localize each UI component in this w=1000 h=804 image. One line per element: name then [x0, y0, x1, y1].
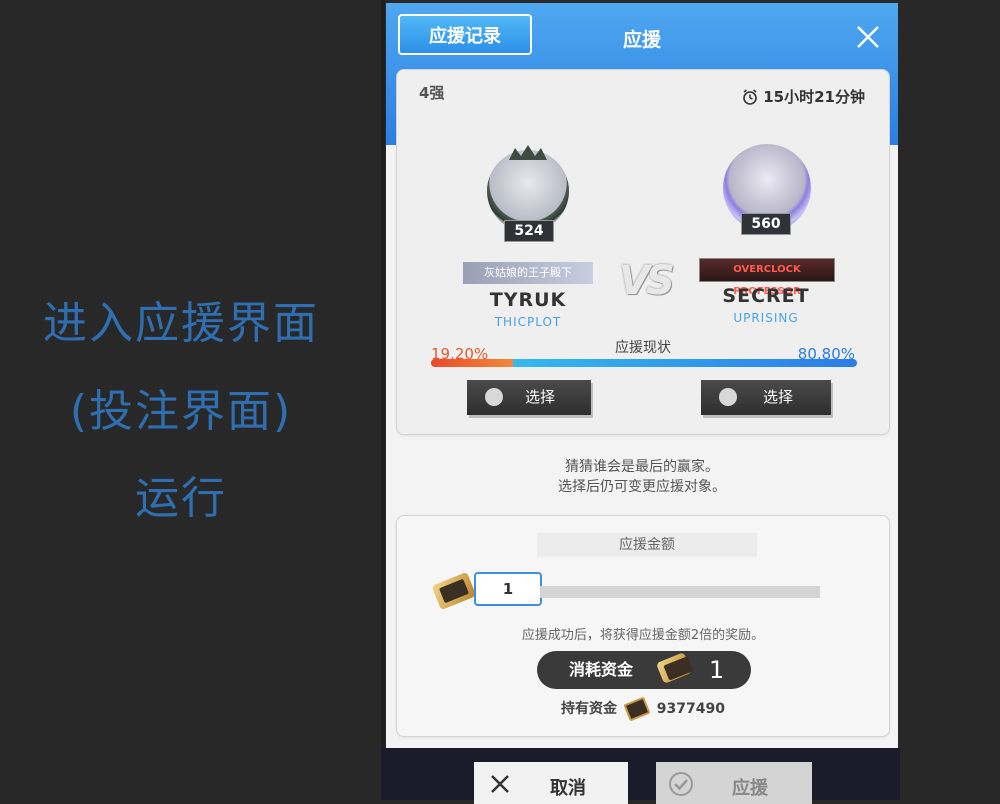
right-player-team: UPRISING: [733, 311, 799, 325]
countdown-timer: 15小时21分钟: [741, 86, 865, 107]
cost-label: 消耗资金: [569, 660, 634, 679]
timer-text: 15小时21分钟: [763, 88, 865, 106]
chip-icon: [431, 571, 477, 611]
check-icon: [719, 388, 737, 406]
owned-funds-label: 持有资金: [561, 701, 618, 717]
modal-title: 应援: [622, 29, 661, 51]
select-left-button[interactable]: 选择: [467, 380, 591, 415]
alarm-clock-icon: [743, 88, 758, 105]
owned-funds-value: 9377490: [656, 701, 725, 717]
laurel-crown-icon: [509, 145, 547, 160]
cost-value: 1: [709, 656, 725, 684]
support-ratio-left-fill: [431, 359, 513, 367]
caption-line-2: (投注界面): [69, 386, 293, 437]
background-bottom: [381, 748, 900, 800]
owned-funds: 持有资金 9377490: [397, 696, 889, 722]
left-level-badge: 524: [504, 220, 554, 242]
close-icon[interactable]: [852, 21, 884, 53]
left-player-name: TYRUK: [489, 289, 567, 311]
chip-icon: [655, 652, 693, 684]
amount-card: 应援金额 1 应援成功后，将获得应援金额2倍的奖励。 消耗资金 1 持有资金 9…: [396, 515, 890, 737]
support-label: 应援: [732, 778, 768, 799]
hint-line-2: 选择后仍可变更应援对象。: [558, 479, 726, 495]
amount-slider[interactable]: [540, 586, 820, 598]
amount-input[interactable]: 1: [474, 572, 542, 606]
select-right-label: 选择: [763, 388, 794, 406]
chip-icon: [623, 696, 651, 722]
right-player-name: SECRET: [722, 285, 810, 307]
support-button[interactable]: 应援: [656, 762, 812, 804]
match-card: 4强 15小时21分钟 524 灰姑娘的王子殿下 TYRUK THICPLOT …: [396, 69, 890, 435]
cancel-button[interactable]: 取消: [474, 762, 628, 804]
support-ratio-bar: [431, 359, 857, 367]
amount-title: 应援金额: [537, 533, 757, 557]
caption-line-1: 进入应援界面: [43, 298, 319, 349]
left-player-team: THICPLOT: [494, 315, 562, 329]
select-left-label: 选择: [525, 388, 556, 406]
cancel-label: 取消: [550, 778, 586, 799]
reward-text: 应援成功后，将获得应援金额2倍的奖励。: [521, 628, 765, 643]
cost-pill: 消耗资金 1: [537, 651, 751, 689]
select-right-button[interactable]: 选择: [701, 380, 831, 415]
background-strip: [381, 0, 385, 800]
hint-line-1: 猜猜谁会是最后的赢家。: [565, 459, 719, 475]
support-modal: 应援记录 应援 4强 15小时21分钟 524 灰姑娘的王子殿下 TYRUK T…: [386, 3, 898, 748]
right-level-badge: 560: [741, 213, 791, 235]
round-label: 4强: [419, 84, 445, 102]
left-title-badge: 灰姑娘的王子殿下: [463, 262, 593, 284]
check-icon: [485, 388, 503, 406]
caption-line-3: 运行: [135, 473, 227, 524]
vs-logo: VS: [619, 258, 675, 304]
right-title-badge: OVERCLOCK PROFESSOR: [699, 258, 835, 297]
check-circle-icon: [669, 772, 693, 796]
close-icon: [491, 775, 509, 793]
